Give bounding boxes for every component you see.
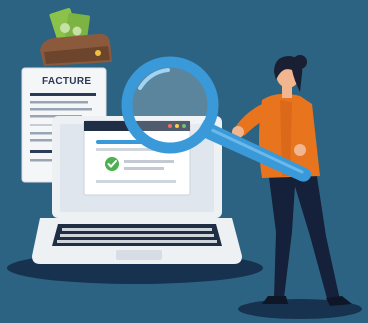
wallet-icon [40, 8, 112, 66]
illustration-scene: FACTURE [7, 8, 362, 319]
invoice-title: FACTURE [42, 76, 91, 87]
